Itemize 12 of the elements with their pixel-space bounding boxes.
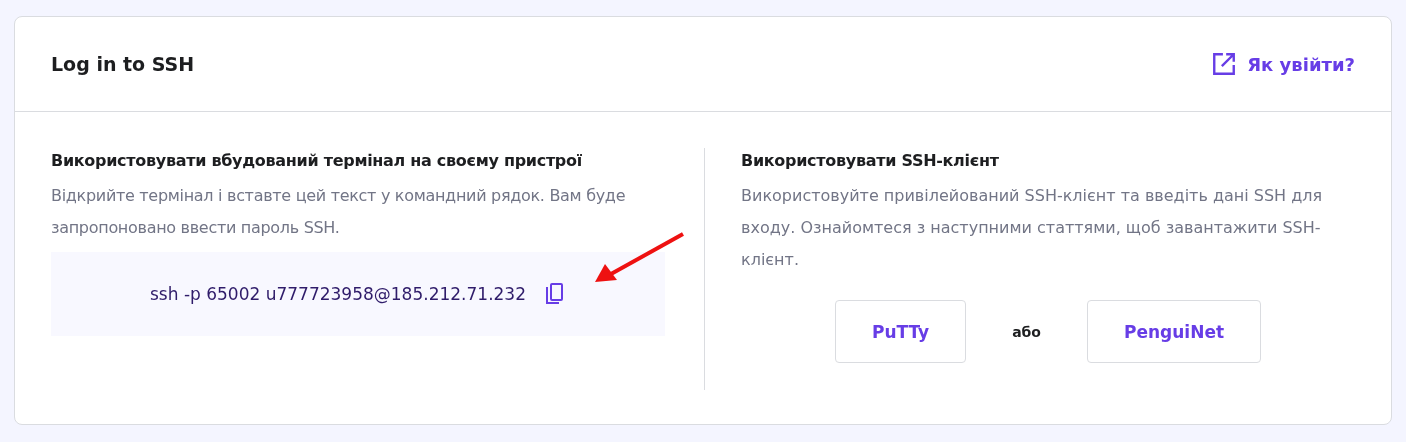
help-link[interactable]: Як увійти? xyxy=(1211,51,1355,77)
client-button[interactable]: PuTTy xyxy=(834,300,967,363)
ssh-command: ssh -p 65002 u777723958@185.212.71.232 xyxy=(150,284,526,304)
section-description: Використовуйте привілейований SSH-клієнт та введіть дані SSH для входу. Ознайомтеся з наступними статтями, щоб завантажити SSH-клієнт. xyxy=(741,185,1324,271)
external-link-icon xyxy=(1211,51,1238,77)
card-title: Log in to SSH xyxy=(51,53,195,75)
section-heading: Використовувати SSH-клієнт xyxy=(741,151,1000,170)
client-button[interactable]: PenguiNet xyxy=(1087,300,1262,363)
or-label: або xyxy=(1012,323,1041,340)
copy-icon[interactable] xyxy=(544,282,566,306)
section-description: Відкрийте термінал і вставте цей текст у командний рядок. Вам буде запропоновано ввести пароль SSH. xyxy=(51,185,627,239)
section-heading: Використовувати вбудований термінал на своєму пристрої xyxy=(51,151,583,170)
